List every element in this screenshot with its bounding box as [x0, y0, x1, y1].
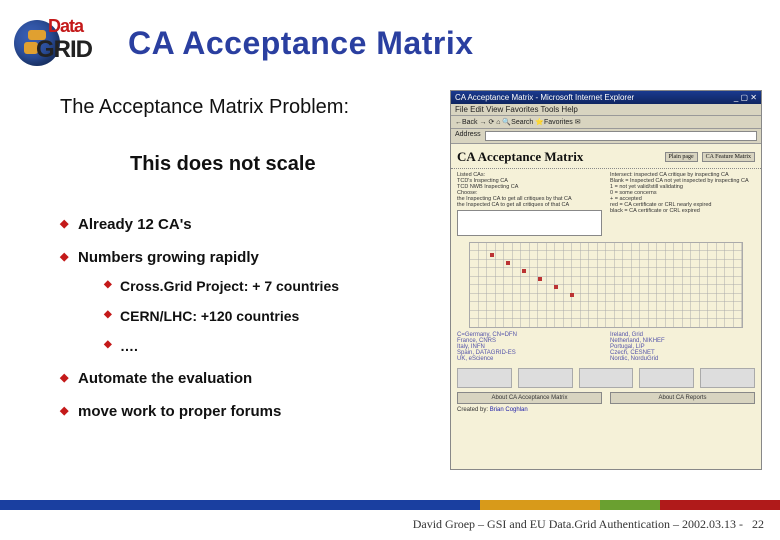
- datagrid-logo: Data GRID: [14, 18, 106, 68]
- logo-text-data: Data: [48, 16, 83, 37]
- feature-matrix-button: CA Feature Matrix: [702, 152, 755, 162]
- header: Data GRID CA Acceptance Matrix: [0, 0, 780, 68]
- legend-left: Listed CAs: TCD's Inspecting CA TCD NWB …: [457, 172, 602, 238]
- page-heading: CA Acceptance Matrix: [457, 149, 583, 165]
- thumbnail: [579, 368, 634, 388]
- thumbnail: [639, 368, 694, 388]
- footer-text: David Groep – GSI and EU Data.Grid Authe…: [413, 517, 743, 531]
- sub-bullet-cern: CERN/LHC: +120 countries: [104, 308, 440, 324]
- browser-window-title: CA Acceptance Matrix - Microsoft Interne…: [455, 93, 634, 102]
- slide-title: CA Acceptance Matrix: [128, 25, 474, 62]
- footer: David Groep – GSI and EU Data.Grid Authe…: [413, 517, 764, 532]
- accent-bar: [0, 500, 780, 510]
- thumbnail: [700, 368, 755, 388]
- sub-bullet-crossgrid: Cross.Grid Project: + 7 countries: [104, 278, 440, 294]
- select-inspecting: [457, 210, 602, 236]
- scale-statement: This does not scale: [130, 153, 440, 176]
- bullet-already: Already 12 CA's: [60, 216, 440, 233]
- ca-list-left: C=Germany, CN=DFN France, CNRS Italy, IN…: [457, 332, 602, 362]
- page-body: Listed CAs: TCD's Inspecting CA TCD NWB …: [451, 169, 761, 416]
- browser-addressbar: Address: [451, 129, 761, 144]
- browser-titlebar: CA Acceptance Matrix - Microsoft Interne…: [451, 91, 761, 104]
- browser-menubar: File Edit View Favorites Tools Help: [451, 104, 761, 116]
- plain-page-button: Plain page: [665, 152, 698, 162]
- acceptance-matrix-grid: [469, 242, 743, 328]
- thumbnail-row: [457, 368, 755, 388]
- page-number: 22: [752, 517, 764, 531]
- sub-bullet-ellipsis: ….: [104, 338, 440, 354]
- content-column: The Acceptance Matrix Problem: This does…: [60, 96, 440, 436]
- legend-right: Intersect: inspected CA critique by insp…: [610, 172, 755, 238]
- ca-list-right: Ireland, Grid Netherland, NIKHEF Portuga…: [610, 332, 755, 362]
- thumbnail: [518, 368, 573, 388]
- window-controls-icon: _ ▢ ✕: [734, 93, 757, 102]
- page-header: CA Acceptance Matrix Plain page CA Featu…: [451, 144, 761, 169]
- address-field: [485, 131, 757, 141]
- bullet-numbers: Numbers growing rapidly Cross.Grid Proje…: [60, 249, 440, 354]
- bullet-list: Already 12 CA's Numbers growing rapidly …: [60, 216, 440, 420]
- about-buttons: About CA Acceptance Matrix About CA Repo…: [457, 392, 755, 404]
- credit-line: Created by: Brian Coghlan: [457, 407, 755, 413]
- bullet-move: move work to proper forums: [60, 403, 440, 420]
- subtitle: The Acceptance Matrix Problem:: [60, 96, 440, 119]
- bullet-numbers-label: Numbers growing rapidly: [78, 249, 259, 266]
- logo-text-grid: GRID: [36, 36, 92, 64]
- slide: Data GRID CA Acceptance Matrix The Accep…: [0, 0, 780, 540]
- browser-toolbar: ←Back → ⟳ ⌂ 🔍Search ⭐Favorites ✉: [451, 116, 761, 129]
- sub-bullet-list: Cross.Grid Project: + 7 countries CERN/L…: [104, 278, 440, 354]
- browser-screenshot: CA Acceptance Matrix - Microsoft Interne…: [450, 90, 762, 470]
- bullet-automate: Automate the evaluation: [60, 370, 440, 387]
- thumbnail: [457, 368, 512, 388]
- about-matrix-button: About CA Acceptance Matrix: [457, 392, 602, 404]
- address-label: Address: [455, 131, 481, 141]
- about-reports-button: About CA Reports: [610, 392, 755, 404]
